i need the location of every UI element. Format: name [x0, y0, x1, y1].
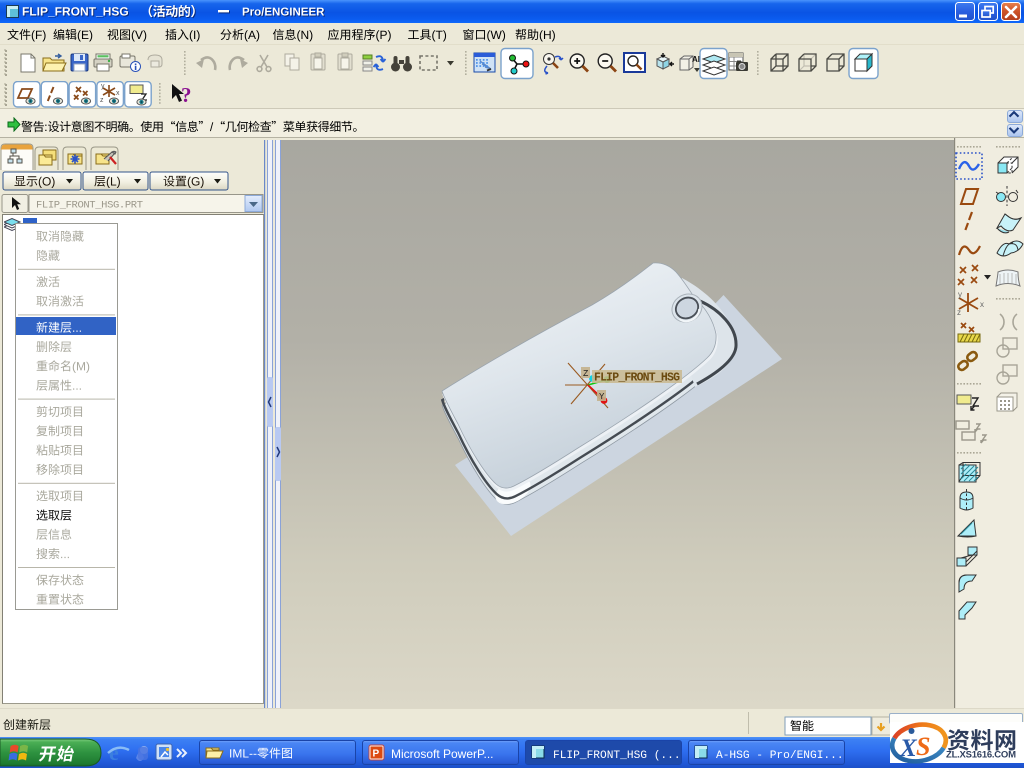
svg-text:x: x	[980, 300, 984, 309]
svg-text:S: S	[916, 732, 930, 761]
svg-text:ZL.XS1616.COM: ZL.XS1616.COM	[946, 750, 1016, 761]
svg-text:P: P	[373, 749, 380, 760]
svg-text:?: ?	[181, 83, 192, 107]
svg-text:z: z	[957, 308, 961, 317]
svg-text:FLIP_FRONT_HSG: FLIP_FRONT_HSG	[594, 372, 680, 385]
svg-text:Y: Y	[599, 392, 605, 402]
svg-text:y: y	[958, 290, 962, 299]
svg-text:Z: Z	[583, 369, 589, 379]
